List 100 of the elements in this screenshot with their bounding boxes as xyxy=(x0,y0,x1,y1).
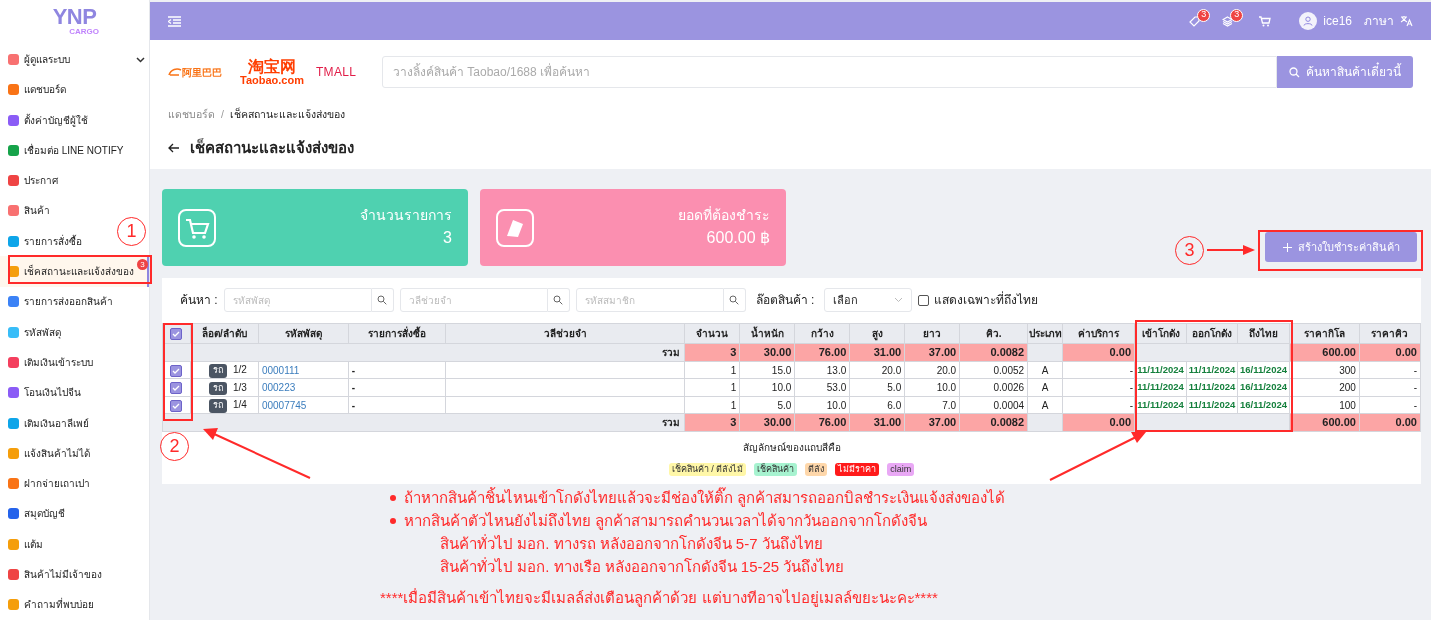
table-cell: 200 xyxy=(1289,378,1360,397)
menu-label: ฝากจ่ายเถาเปา xyxy=(24,477,90,492)
date-cell: 11/11/2024 xyxy=(1186,378,1238,397)
menu-label: เติมเงินเข้าระบบ xyxy=(24,355,93,370)
logo: YNP CARGO xyxy=(51,3,100,39)
menu-label: รายการสั่งซื้อ xyxy=(24,233,82,249)
table-cell: - xyxy=(1062,396,1135,414)
legend-title: สัญลักษณ์ของแถบสีคือ xyxy=(742,440,841,455)
sidebar-item[interactable]: สมุดบัญชี xyxy=(0,498,69,530)
column-header: ออกโกดัง xyxy=(1186,323,1238,344)
table-cell: 0.0026 xyxy=(959,378,1028,397)
column-header: เข้าโกดัง xyxy=(1134,323,1187,344)
date-cell: 16/11/2024 xyxy=(1237,396,1290,414)
table-cell: 5.0 xyxy=(849,378,905,397)
sidebar-item[interactable]: ตั้งค่าบัญชีผู้ใช้ xyxy=(0,104,92,136)
layers-icon[interactable] xyxy=(1222,15,1234,27)
stat-value: 600.00 ฿ xyxy=(706,228,770,249)
sidebar-item[interactable]: รายการสั่งซื้อ xyxy=(0,226,86,257)
menu-label: คำถามที่พบบ่อย xyxy=(24,597,94,613)
bullet-icon xyxy=(390,494,396,501)
taobao-logo[interactable]: 淘宝网 Taobao.com xyxy=(240,58,304,86)
filter-field[interactable]: รหัสพัสดุ xyxy=(223,288,372,313)
plus-icon xyxy=(1282,242,1292,252)
note-text: สินค้าทั่วไป มอก. ทางเรือ หลังออกจากโกดังจีน 15-25 วันถึงไทย xyxy=(439,556,846,578)
table-cell: - xyxy=(348,396,446,414)
sidebar-item[interactable]: สินค้าไม่มีเจ้าของ xyxy=(0,559,106,590)
checkbox[interactable] xyxy=(170,399,183,412)
note-text: ถ้าหากสินค้าชิ้นไหนเข้าโกดังไทยแล้วจะมีช่องให้ติ๊ก ลูกค้าสมารถออกบิลชำระเงินแจ้งส่งของได้ xyxy=(404,486,1006,509)
table-cell: 6.0 xyxy=(849,396,905,414)
transport-tag: รถ xyxy=(208,381,227,396)
table-cell: A xyxy=(1027,378,1063,397)
date-cell: 11/11/2024 xyxy=(1186,396,1238,414)
stat-label: จำนวนรายการ xyxy=(360,206,452,226)
lot-select[interactable]: เลือก xyxy=(824,288,913,313)
menu-label: สมุดบัญชี xyxy=(24,507,65,522)
menu-label: โอนเงินไปจีน xyxy=(24,386,81,401)
sidebar-item[interactable]: เติมเงินอาลีเพย์ xyxy=(0,407,93,439)
table-cell: 1 xyxy=(684,396,740,414)
table-cell: A xyxy=(1027,361,1063,379)
filter-field[interactable]: รหัสสมาชิก xyxy=(575,288,724,313)
column-header: ยาว xyxy=(904,323,960,344)
sidebar-item[interactable]: ฝากจ่ายเถาเปา xyxy=(0,468,94,499)
search-button[interactable] xyxy=(547,288,570,313)
table-cell: 15.0 xyxy=(739,361,795,379)
sidebar-item[interactable]: รายการส่งออกสินค้า xyxy=(0,286,117,318)
sidebar-item[interactable]: รหัสพัสดุ xyxy=(0,317,65,348)
column-header: รหัสพัสดุ xyxy=(258,323,349,344)
checkbox[interactable] xyxy=(170,328,183,341)
search-button[interactable] xyxy=(371,288,394,313)
chevron-down-icon[interactable] xyxy=(136,56,145,63)
sidebar-item[interactable]: เชื่อมต่อ LINE NOTIFY xyxy=(0,135,128,166)
menu-label: รหัสพัสดุ xyxy=(24,325,61,340)
table-cell: 7.0 xyxy=(904,396,960,414)
menu-label: แต้ม xyxy=(24,537,43,552)
sidebar-item[interactable]: คำถามที่พบบ่อย xyxy=(0,589,98,620)
product-search-field[interactable]: วางลิ้งค์สินค้า Taobao/1688 เพื่อค้นหา xyxy=(382,56,1277,88)
table-cell: 1 xyxy=(684,378,740,397)
menu-label: แจ้งสินค้าไม่ได้ xyxy=(24,446,90,461)
sidebar-item[interactable]: แดชบอร์ด xyxy=(0,74,70,105)
checkbox[interactable] xyxy=(918,294,930,306)
column-header: ค่าบริการ xyxy=(1062,323,1135,344)
checkbox-label: แสดงเฉพาะที่ถึงไทย xyxy=(934,291,1039,310)
date-cell: 11/11/2024 xyxy=(1134,396,1187,414)
tag-icon[interactable] xyxy=(1189,15,1201,27)
sidebar-item[interactable]: แจ้งสินค้าไม่ได้ xyxy=(0,438,94,469)
menu-icon[interactable] xyxy=(168,15,181,27)
checkbox[interactable] xyxy=(170,364,183,377)
filter-field[interactable]: วลีช่วยจำ xyxy=(399,288,548,313)
table-cell: - xyxy=(1359,396,1421,414)
table-cell: - xyxy=(1062,378,1135,397)
checkbox[interactable] xyxy=(170,382,183,394)
date-cell: 11/11/2024 xyxy=(1186,361,1238,379)
search-icon xyxy=(729,295,740,306)
sidebar-item[interactable]: แต้ม xyxy=(0,529,47,560)
cart-icon[interactable] xyxy=(1259,15,1272,27)
translate-icon[interactable] xyxy=(1400,15,1413,27)
stat-value: 3 xyxy=(443,228,452,249)
sidebar-item[interactable]: ประกาศ xyxy=(0,165,62,196)
breadcrumb-link[interactable]: แดชบอร์ด xyxy=(168,107,215,123)
total-label: รวม xyxy=(662,417,681,428)
column-header: น้ำหนัก xyxy=(739,323,795,344)
menu-label: รายการส่งออกสินค้า xyxy=(24,295,113,310)
back-arrow-icon[interactable] xyxy=(168,143,180,153)
search-icon xyxy=(553,295,564,306)
note-text: หากสินค้าตัวไหนยังไม่ถึงไทย ลูกค้าสามารถคำนวนเวลาได้จากวันออกจากโกดังจีน xyxy=(404,511,928,532)
date-cell: 11/11/2024 xyxy=(1134,361,1187,379)
transport-tag: รถ xyxy=(208,399,227,413)
sidebar-item[interactable]: สินค้า xyxy=(0,195,54,227)
search-button[interactable] xyxy=(723,288,746,313)
sidebar-item[interactable]: เติมเงินเข้าระบบ xyxy=(0,347,97,378)
count-badge: 3 xyxy=(1230,8,1244,22)
sidebar-item[interactable]: โอนเงินไปจีน xyxy=(0,377,85,408)
sidebar-item[interactable]: ผู้ดูแลระบบ xyxy=(0,44,149,75)
table-cell: 10.0 xyxy=(794,396,850,414)
table-cell: 20.0 xyxy=(849,361,905,379)
table-cell: 5.0 xyxy=(739,396,795,414)
date-cell: 16/11/2024 xyxy=(1237,378,1290,397)
date-cell: 16/11/2024 xyxy=(1237,361,1290,379)
tmall-logo[interactable]: TMALL xyxy=(316,63,374,81)
avatar-icon[interactable] xyxy=(1299,12,1318,30)
